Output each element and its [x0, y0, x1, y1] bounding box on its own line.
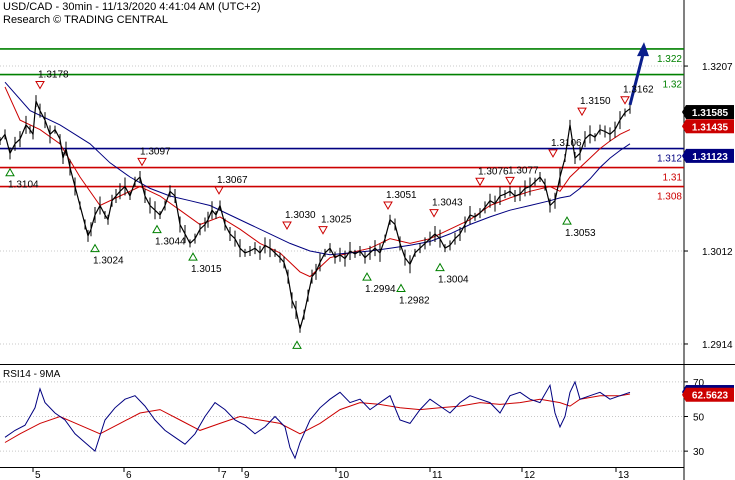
rsi-line — [4, 380, 631, 460]
swing-high-marker — [548, 149, 558, 158]
rsi-badge-text: 62.5623 — [692, 391, 729, 402]
swing-high-marker — [577, 107, 587, 117]
price-badge-text: 1.31123 — [692, 152, 728, 163]
swing-low-marker — [90, 243, 100, 253]
swing-label: 1.3004 — [438, 275, 469, 286]
price-chart[interactable]: 1.322 1.32 1.312 1.31 1.308 1.3178 1.3104 1.30… — [0, 0, 735, 480]
axis-labels: 1.3207 1.3012 1.2914 5 6 7 9 10 11 12 13 1.31585 1.3… — [32, 62, 734, 480]
swing-label: 1.3043 — [432, 198, 463, 209]
swing-label: 1.3044 — [155, 237, 186, 248]
swing-low-marker — [362, 272, 372, 281]
level-label: 1.312 — [657, 154, 682, 165]
swing-label: 1.3067 — [217, 175, 248, 186]
swing-low-marker — [152, 224, 162, 234]
swing-low-marker — [5, 167, 15, 177]
swing-high-marker — [282, 221, 292, 230]
swing-label: 1.3097 — [140, 146, 171, 157]
price-tick-label: 1.3207 — [702, 62, 733, 73]
swing-label: 1.3030 — [285, 210, 316, 221]
swing-label: 1.3024 — [93, 256, 124, 267]
swing-label: 1.2982 — [399, 295, 430, 306]
swing-label: 1.2994 — [365, 284, 396, 295]
swing-high-marker — [620, 96, 630, 105]
swing-high-marker — [505, 176, 515, 186]
swing-label: 1.3025 — [321, 215, 352, 226]
swing-label: 1.3053 — [565, 228, 596, 239]
price-badge-text: 1.31585 — [692, 108, 729, 119]
time-tick-label: 7 — [221, 470, 227, 480]
swing-markers: 1.3178 1.3104 1.3024 1.3097 1.3044 1.3015 1.30… — [5, 70, 654, 349]
swing-high-marker — [137, 157, 147, 167]
swing-low-marker — [292, 340, 302, 349]
swing-high-marker — [214, 186, 224, 195]
rsi-tick-label: 30 — [693, 447, 705, 458]
forecast-arrow-shaft — [628, 53, 645, 106]
chart-frame — [0, 0, 735, 480]
swing-label: 1.3150 — [580, 96, 611, 107]
level-label: 1.32 — [663, 80, 683, 91]
price-tick-label: 1.3012 — [702, 247, 733, 258]
swing-low-marker — [396, 283, 406, 292]
swing-high-marker — [35, 81, 45, 90]
swing-label: 1.3178 — [38, 70, 69, 81]
swing-label: 1.3162 — [623, 85, 654, 96]
swing-low-marker — [435, 262, 445, 272]
swing-label: 1.3076 — [478, 166, 509, 177]
swing-high-marker — [475, 177, 485, 187]
swing-label: 1.3077 — [508, 165, 539, 176]
swing-label: 1.3051 — [386, 190, 417, 201]
swing-label: 1.3106 — [551, 138, 582, 149]
level-label: 1.308 — [657, 192, 682, 203]
time-tick-label: 13 — [618, 470, 630, 480]
swing-high-marker — [318, 226, 328, 235]
price-badge-text: 1.31435 — [692, 122, 729, 133]
swing-label: 1.3015 — [191, 264, 222, 275]
swing-low-marker — [188, 252, 198, 261]
time-tick-label: 12 — [524, 470, 536, 480]
moving-average-lines — [4, 81, 631, 278]
time-tick-label: 5 — [35, 470, 41, 480]
level-label: 1.322 — [657, 54, 682, 65]
moving-average-line — [4, 86, 631, 278]
time-tick-label: 6 — [126, 470, 132, 480]
price-tick-label: 1.2914 — [702, 340, 733, 351]
support-resistance-levels: 1.322 1.32 1.312 1.31 1.308 — [0, 48, 684, 203]
swing-low-marker — [562, 216, 572, 225]
time-tick-label: 11 — [432, 470, 443, 480]
swing-high-marker — [429, 209, 439, 218]
level-label: 1.31 — [663, 173, 683, 184]
rsi-panel: 70503064.133162.5623 — [0, 378, 734, 460]
rsi-tick-label: 50 — [693, 413, 705, 424]
swing-high-marker — [383, 201, 393, 211]
swing-label: 1.3104 — [8, 180, 39, 191]
time-tick-label: 10 — [338, 470, 350, 480]
time-tick-label: 9 — [244, 470, 250, 480]
